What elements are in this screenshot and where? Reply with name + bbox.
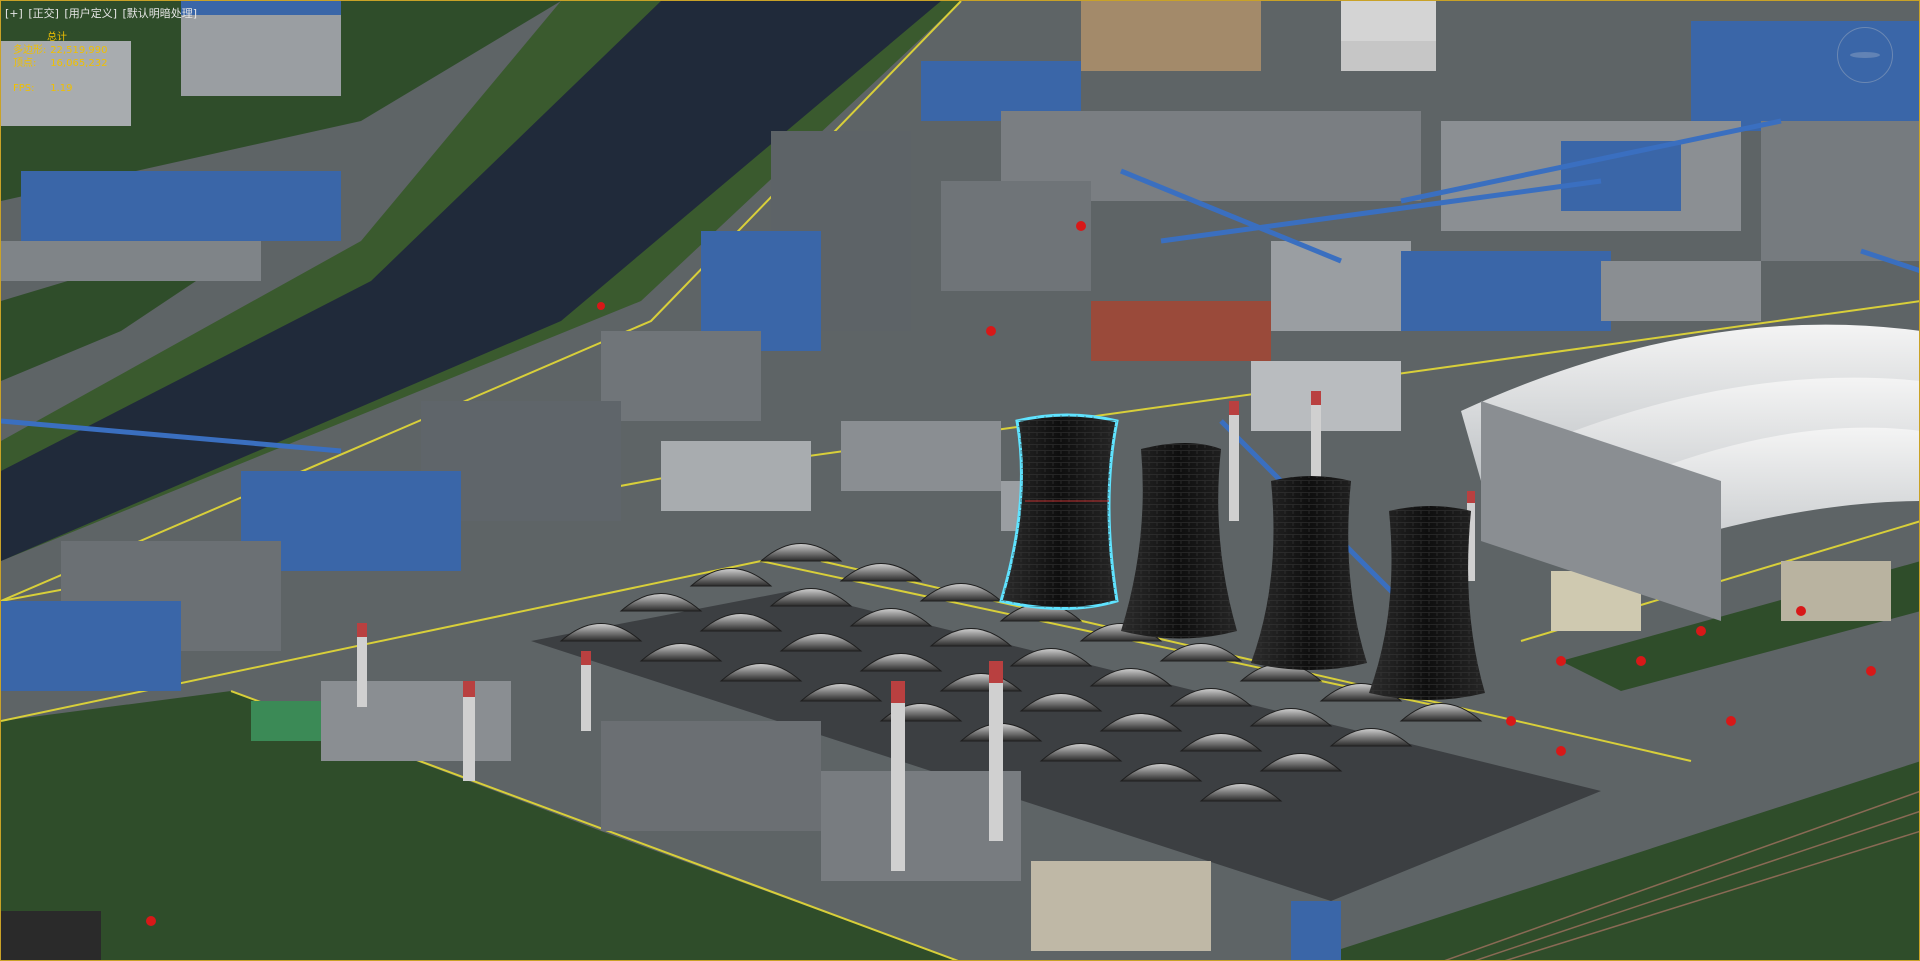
chimney-stack (1229, 401, 1239, 521)
viewport-menu-plus[interactable]: [+] (5, 7, 23, 20)
viewport-shading-mode[interactable]: [默认明暗处理] (123, 7, 198, 20)
chimney-stack (989, 661, 1003, 841)
scene-statistics: 总计 多边形: 22,519,990 顶点: 16,065,232 FPS: 1… (13, 31, 107, 95)
scene-render[interactable] (1, 1, 1920, 961)
chimney-stack (891, 681, 905, 871)
stats-row-polygons: 多边形: 22,519,990 (13, 44, 107, 57)
stats-key: 顶点: (13, 58, 37, 69)
stats-row-fps: FPS: 1.19 (13, 82, 107, 95)
fps-value: 1.19 (50, 83, 73, 94)
viewport-view-mode[interactable]: [正交] (28, 7, 59, 20)
3d-viewport[interactable]: [+] [正交] [用户定义] [默认明暗处理] 总计 多边形: 22,519,… (0, 0, 1920, 961)
fps-label: FPS: (13, 83, 35, 94)
viewport-camera-label[interactable]: [用户定义] (64, 7, 117, 20)
viewport-label[interactable]: [+] [正交] [用户定义] [默认明暗处理] (5, 5, 199, 21)
stats-value: 16,065,232 (50, 58, 108, 69)
chimney-stack (463, 681, 475, 781)
stats-value: 22,519,990 (50, 45, 108, 56)
stats-key: 多边形: (13, 45, 47, 56)
chimney-stack (1311, 391, 1321, 491)
storage-tank (1341, 1, 1436, 41)
chimney-stack (581, 651, 591, 731)
stats-section-title: 总计 (47, 32, 67, 43)
chimney-stack (357, 623, 367, 707)
viewcube-icon[interactable] (1837, 27, 1893, 83)
stats-row-vertices: 顶点: 16,065,232 (13, 57, 107, 70)
